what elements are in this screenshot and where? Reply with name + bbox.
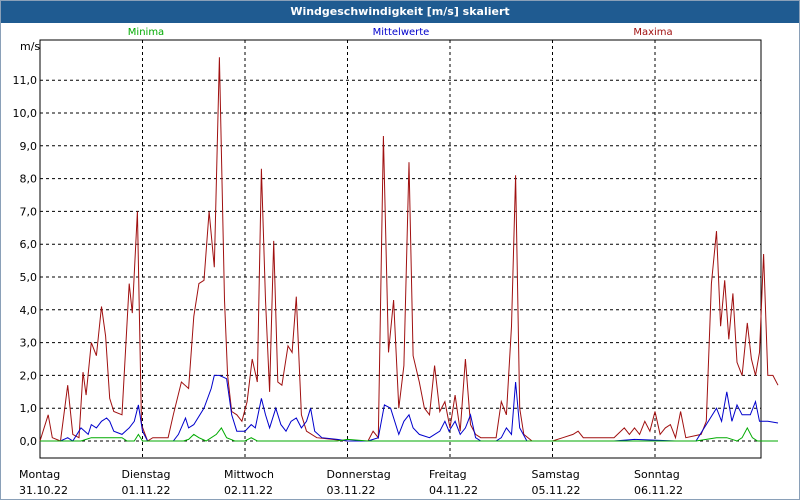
legend-mittelwerte: Mittelwerte (373, 27, 430, 38)
x-tick-day: Donnerstag (327, 468, 391, 481)
x-tick-day: Mittwoch (224, 468, 274, 481)
y-tick-label: 6,0 (20, 238, 38, 251)
y-tick-labels: 0,0 1,0 2,0 3,0 4,0 5,0 6,0 7,0 8,0 9,0 10,0 11,0 (13, 74, 38, 448)
y-tick-label: 1,0 (20, 402, 38, 415)
y-tick-label: 7,0 (20, 205, 38, 218)
x-tick-day: Samstag (532, 468, 580, 481)
x-tick-date: 31.10.22 (19, 484, 68, 497)
x-tick-date: 06.11.22 (634, 484, 683, 497)
y-tick-label: 9,0 (20, 140, 38, 153)
x-tick-date: 02.11.22 (224, 484, 273, 497)
series-line-maxima (39, 57, 779, 442)
series-lines (39, 57, 779, 442)
x-tick-date: 01.11.22 (122, 484, 171, 497)
x-tick-day: Dienstag (122, 468, 171, 481)
x-tick-date: 03.11.22 (327, 484, 376, 497)
x-tick-day: Montag (19, 468, 60, 481)
x-tick-date: 05.11.22 (532, 484, 581, 497)
y-tick-label: 0,0 (20, 435, 38, 448)
x-tick-day: Sonntag (634, 468, 680, 481)
y-tick-label: 10,0 (13, 107, 38, 120)
legend: Minima Mittelwerte Maxima (128, 27, 673, 38)
y-tick-label: 3,0 (20, 337, 38, 350)
legend-minima: Minima (128, 27, 164, 38)
legend-maxima: Maxima (633, 27, 672, 38)
x-tick-day: Freitag (429, 468, 467, 481)
y-tick-label: 2,0 (20, 369, 38, 382)
y-axis-label: m/s (20, 40, 40, 53)
wind-speed-chart: m/s 0,0 1,0 2,0 3,0 4,0 5,0 6,0 7,0 8,0 9,0 10,0 11… (13, 27, 779, 497)
y-tick-label: 11,0 (13, 74, 38, 87)
y-tick-label: 4,0 (20, 304, 38, 317)
y-tick-label: 8,0 (20, 173, 38, 186)
x-tick-labels: Montag 31.10.22 Dienstag 01.11.22 Mittwoch 02… (19, 468, 683, 497)
y-tick-label: 5,0 (20, 271, 38, 284)
x-tick-date: 04.11.22 (429, 484, 478, 497)
